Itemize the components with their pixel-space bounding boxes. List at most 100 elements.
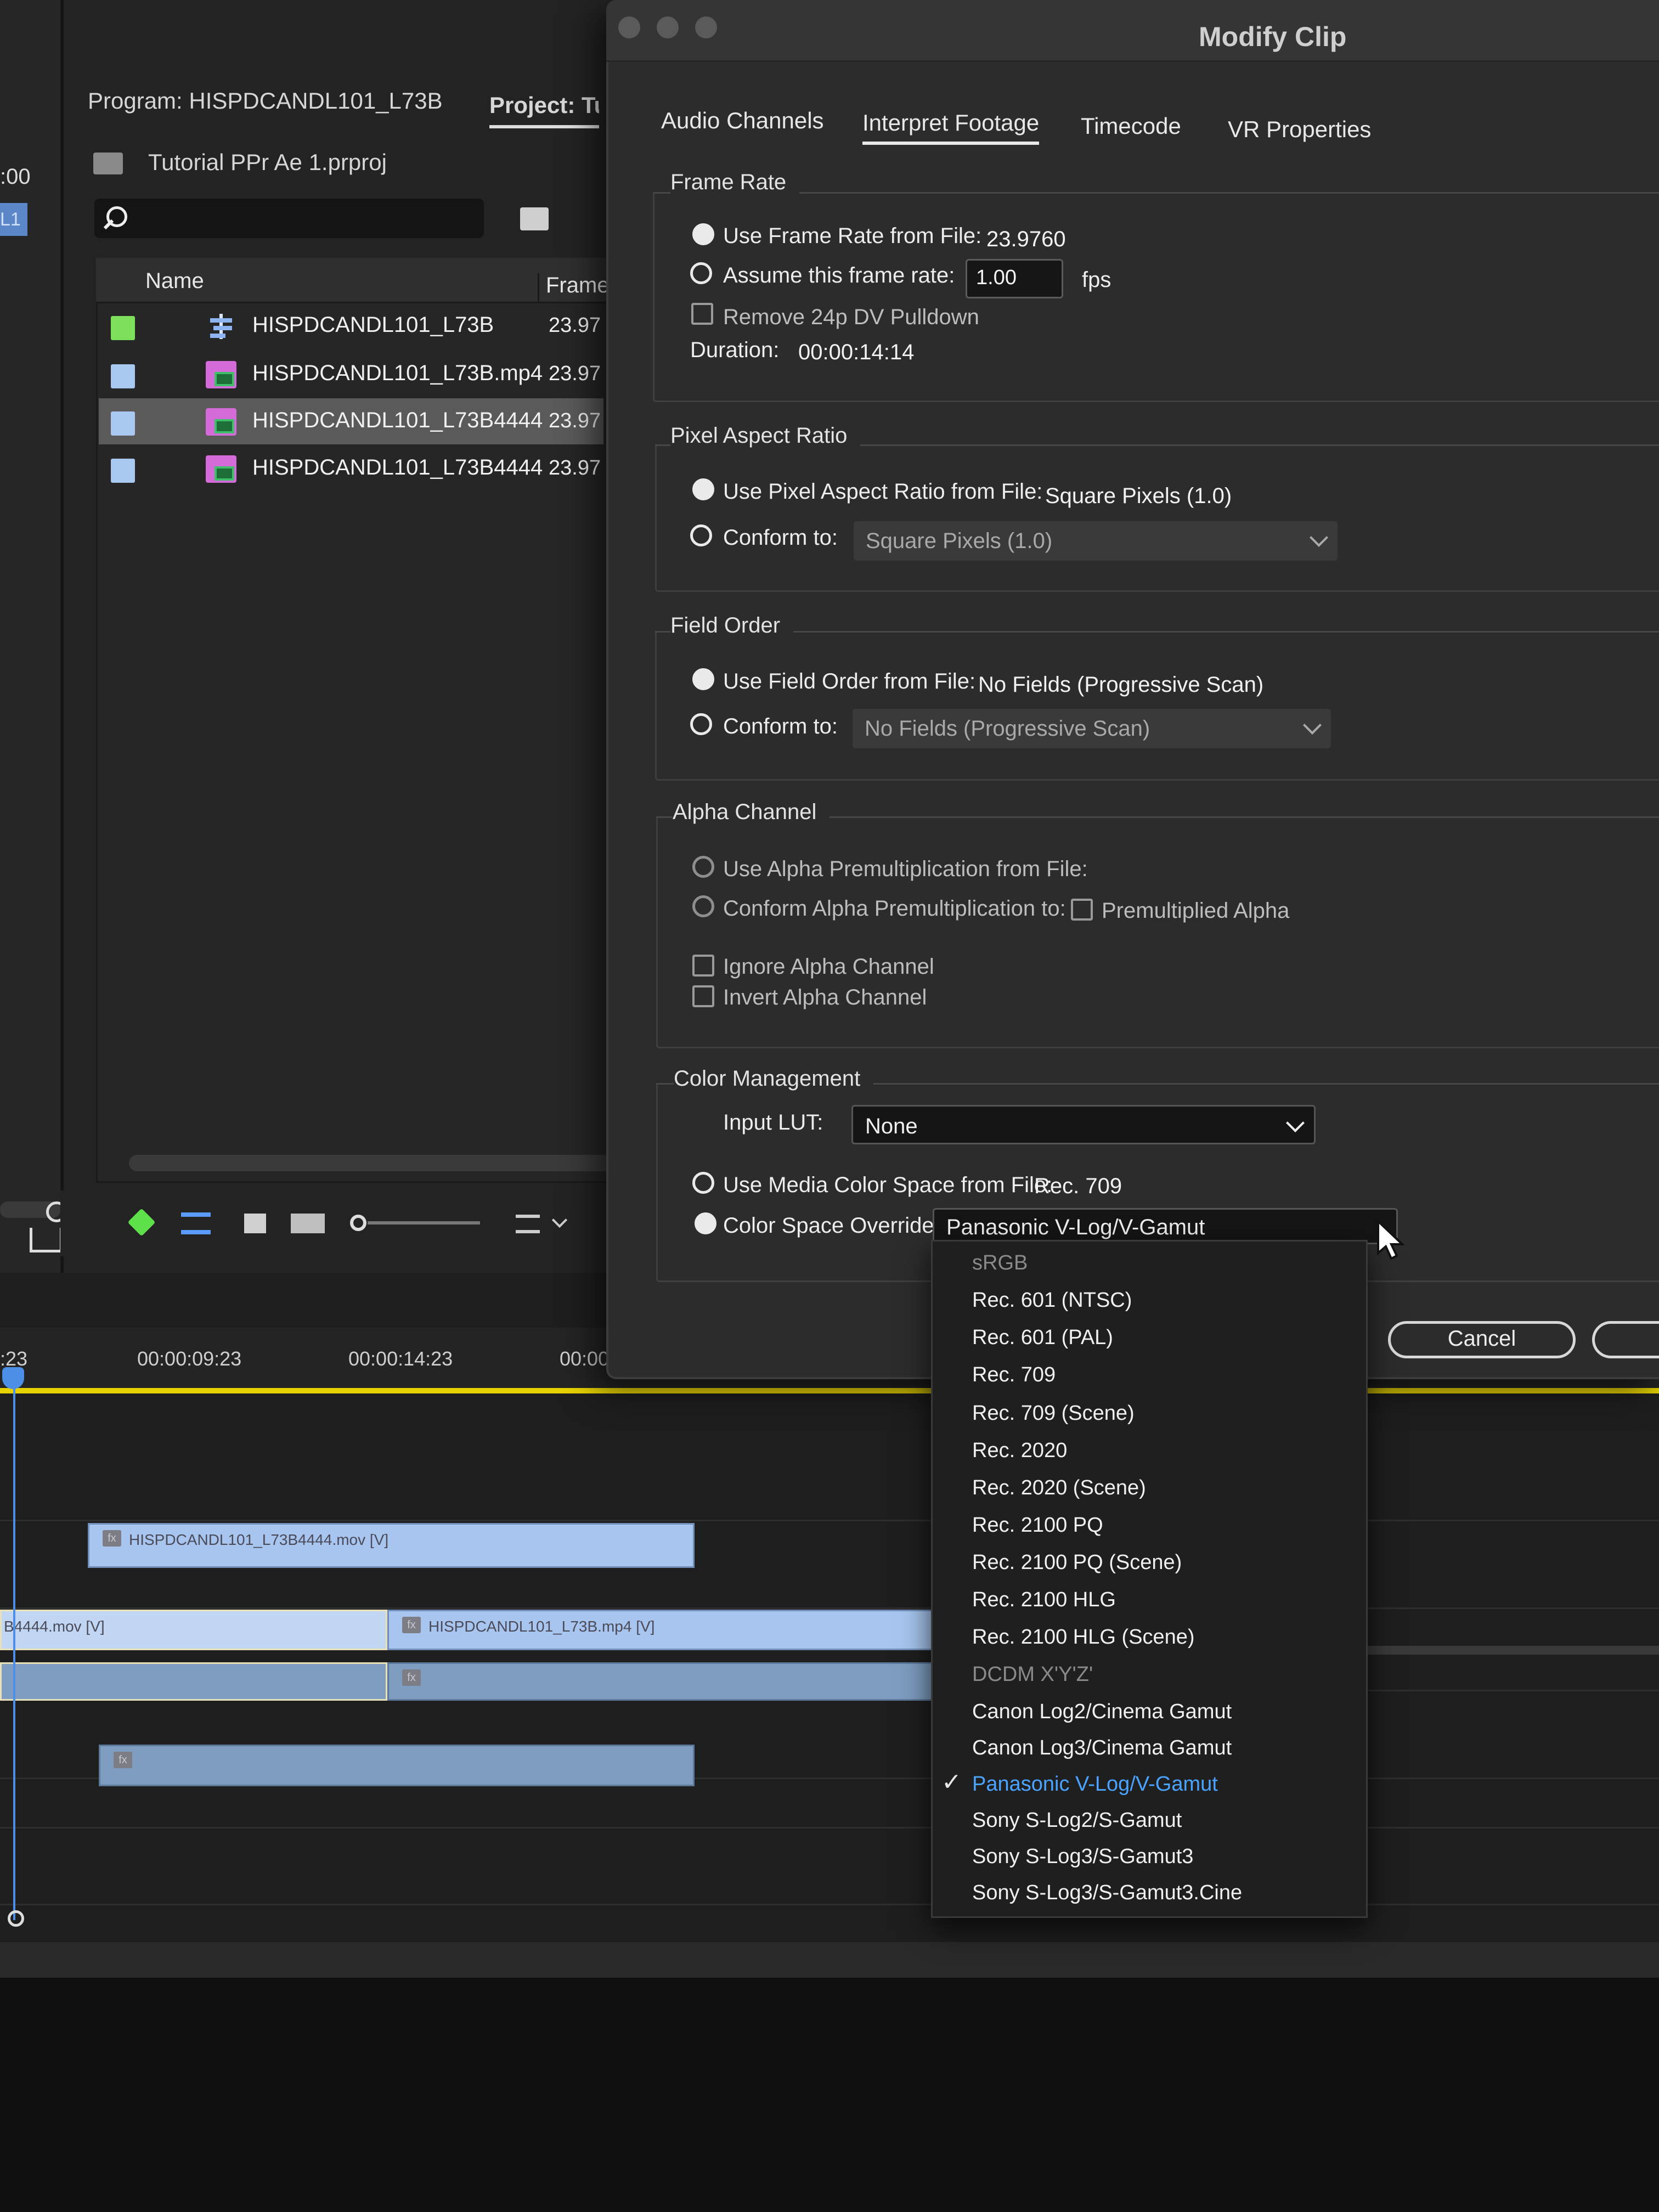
icon-view-icon[interactable] [244, 1214, 266, 1233]
color-space-option[interactable]: Rec. 601 (NTSC) [933, 1281, 1361, 1318]
checkmark-icon: ✓ [941, 1769, 962, 1796]
option-label: Rec. 2100 PQ (Scene) [972, 1551, 1182, 1574]
freeform-view-icon[interactable] [291, 1214, 325, 1233]
tab-interpret-footage[interactable]: Interpret Footage [862, 110, 1040, 145]
invert-alpha-checkbox[interactable] [692, 985, 714, 1007]
ignore-alpha-checkbox[interactable] [692, 955, 714, 977]
color-space-option[interactable]: Rec. 2100 HLG (Scene) [933, 1618, 1361, 1655]
tab-vr-properties[interactable]: VR Properties [1228, 116, 1371, 143]
use-media-color-space-radio[interactable] [692, 1172, 714, 1194]
project-toolbar [60, 1190, 620, 1256]
new-bin-icon[interactable] [520, 207, 549, 230]
project-file-name: Tutorial PPr Ae 1.prproj [148, 149, 387, 175]
assume-frame-rate-label: Assume this frame rate: [723, 263, 955, 287]
project-list-item[interactable]: HISPDCANDL101_L73B 23.97 [99, 303, 603, 349]
use-frame-rate-label: Use Frame Rate from File: [723, 224, 982, 248]
list-view-icon[interactable] [181, 1212, 211, 1234]
assume-frame-rate-radio[interactable] [690, 262, 712, 284]
folder-up-icon[interactable] [93, 153, 123, 174]
track-divider [0, 1827, 1659, 1829]
color-space-option[interactable]: Rec. 601 (PAL) [933, 1318, 1361, 1356]
export-icon[interactable] [30, 1228, 63, 1252]
use-premult-radio[interactable] [692, 856, 714, 878]
cancel-button[interactable]: Cancel [1388, 1321, 1576, 1358]
conform-field-order-label: Conform to: [723, 714, 838, 738]
premultiplied-alpha-checkbox[interactable] [1071, 899, 1093, 921]
timeline-zoom-handle[interactable] [8, 1910, 24, 1927]
work-area-bar[interactable] [0, 1388, 1659, 1393]
zoom-slider[interactable] [368, 1221, 480, 1224]
color-space-option[interactable]: Rec. 2100 PQ (Scene) [933, 1543, 1361, 1581]
project-list-item[interactable]: HISPDCANDL101_L73B.mp4 23.97 [99, 351, 603, 397]
tab-timecode[interactable]: Timecode [1081, 113, 1181, 139]
color-space-option[interactable]: Rec. 2020 [933, 1431, 1361, 1469]
project-list-item[interactable]: HISPDCANDL101_L73B4444 23.97 [99, 445, 603, 492]
zoom-window-button[interactable] [695, 16, 717, 38]
label-color-chip[interactable] [111, 459, 135, 483]
remove-pulldown-checkbox[interactable] [691, 303, 713, 325]
column-divider[interactable] [538, 273, 539, 302]
color-space-option[interactable]: Rec. 709 (Scene) [933, 1394, 1361, 1431]
playhead-handle[interactable] [2, 1367, 24, 1389]
timeline-clip-audio[interactable] [0, 1662, 387, 1701]
project-list-item[interactable]: HISPDCANDL101_L73B4444 23.97 [99, 398, 603, 444]
conform-premult-radio[interactable] [692, 895, 714, 917]
program-monitor-tab[interactable]: Program: HISPDCANDL101_L73B [88, 88, 443, 114]
dialog-titlebar[interactable] [606, 0, 1659, 62]
column-frame[interactable]: Frame [546, 273, 610, 298]
sort-chevron-icon[interactable] [551, 1212, 568, 1228]
color-space-option[interactable]: Sony S-Log3/S-Gamut3 [933, 1837, 1361, 1875]
color-space-option[interactable]: Canon Log2/Cinema Gamut [933, 1692, 1361, 1730]
playhead-line[interactable] [13, 1372, 15, 1920]
timeline-clip-video[interactable]: B4444.mov [V] [0, 1610, 387, 1650]
color-space-option: sRGB [933, 1244, 1361, 1281]
project-list-scrollbar[interactable] [129, 1155, 612, 1171]
zoom-slider-handle[interactable] [350, 1215, 366, 1231]
premultiplied-alpha-label: Premultiplied Alpha [1102, 899, 1290, 923]
use-par-radio[interactable] [692, 478, 714, 500]
color-space-option[interactable]: Rec. 2100 HLG [933, 1581, 1361, 1618]
color-space-option[interactable]: Rec. 2020 (Scene) [933, 1469, 1361, 1506]
monitor-bezel [0, 1942, 1659, 1980]
conform-field-order-select[interactable]: No Fields (Progressive Scan) [853, 709, 1331, 748]
timeline-clip-audio[interactable]: fx [99, 1745, 695, 1786]
minimize-window-button[interactable] [657, 16, 679, 38]
column-name[interactable]: Name [145, 269, 204, 294]
conform-par-label: Conform to: [723, 526, 838, 550]
project-search-input[interactable] [94, 199, 484, 238]
timeline-clip-audio[interactable]: fx [387, 1662, 939, 1701]
item-name: HISPDCANDL101_L73B4444 [252, 455, 543, 479]
label-color-chip[interactable] [111, 411, 135, 436]
use-field-order-radio[interactable] [692, 668, 714, 690]
sort-icon[interactable] [516, 1215, 540, 1233]
ok-button[interactable] [1592, 1321, 1659, 1358]
timeline-clip-video[interactable]: fx HISPDCANDL101_L73B.mp4 [V] [387, 1610, 939, 1650]
option-label: DCDM X'Y'Z' [972, 1663, 1093, 1686]
use-frame-rate-radio[interactable] [692, 223, 714, 245]
color-space-option[interactable]: Rec. 2100 PQ [933, 1506, 1361, 1543]
color-space-option[interactable]: ✓ Panasonic V-Log/V-Gamut [933, 1765, 1361, 1802]
color-space-option[interactable]: Sony S-Log2/S-Gamut [933, 1801, 1361, 1838]
color-space-option[interactable]: Canon Log3/Cinema Gamut [933, 1729, 1361, 1766]
input-lut-label: Input LUT: [723, 1110, 823, 1135]
conform-par-radio[interactable] [690, 524, 712, 546]
conform-field-order-radio[interactable] [690, 713, 712, 735]
label-color-chip[interactable] [111, 316, 135, 340]
project-tab[interactable]: Project: Tut [489, 92, 599, 128]
color-space-option[interactable]: Sony S-Log3/S-Gamut3.Cine [933, 1874, 1361, 1911]
timeline-clip-video[interactable]: fx HISPDCANDL101_L73B4444.mov [V] [88, 1523, 695, 1568]
color-space-override-select[interactable]: Panasonic V-Log/V-Gamut [933, 1208, 1398, 1244]
frame-rate-input[interactable]: 1.00 [966, 259, 1063, 298]
tab-audio-channels[interactable]: Audio Channels [661, 108, 824, 134]
option-label: sRGB [972, 1251, 1028, 1274]
pencil-icon[interactable] [127, 1208, 156, 1237]
item-name: HISPDCANDL101_L73B [252, 313, 494, 337]
color-space-option[interactable]: Rec. 709 [933, 1356, 1361, 1393]
conform-par-select[interactable]: Square Pixels (1.0) [854, 521, 1338, 561]
duration-value: 00:00:14:14 [798, 340, 915, 364]
color-space-override-radio[interactable] [695, 1212, 716, 1234]
label-color-chip[interactable] [111, 364, 135, 388]
input-lut-select[interactable]: None [851, 1105, 1316, 1144]
close-window-button[interactable] [618, 16, 640, 38]
chevron-down-icon [1303, 716, 1322, 735]
